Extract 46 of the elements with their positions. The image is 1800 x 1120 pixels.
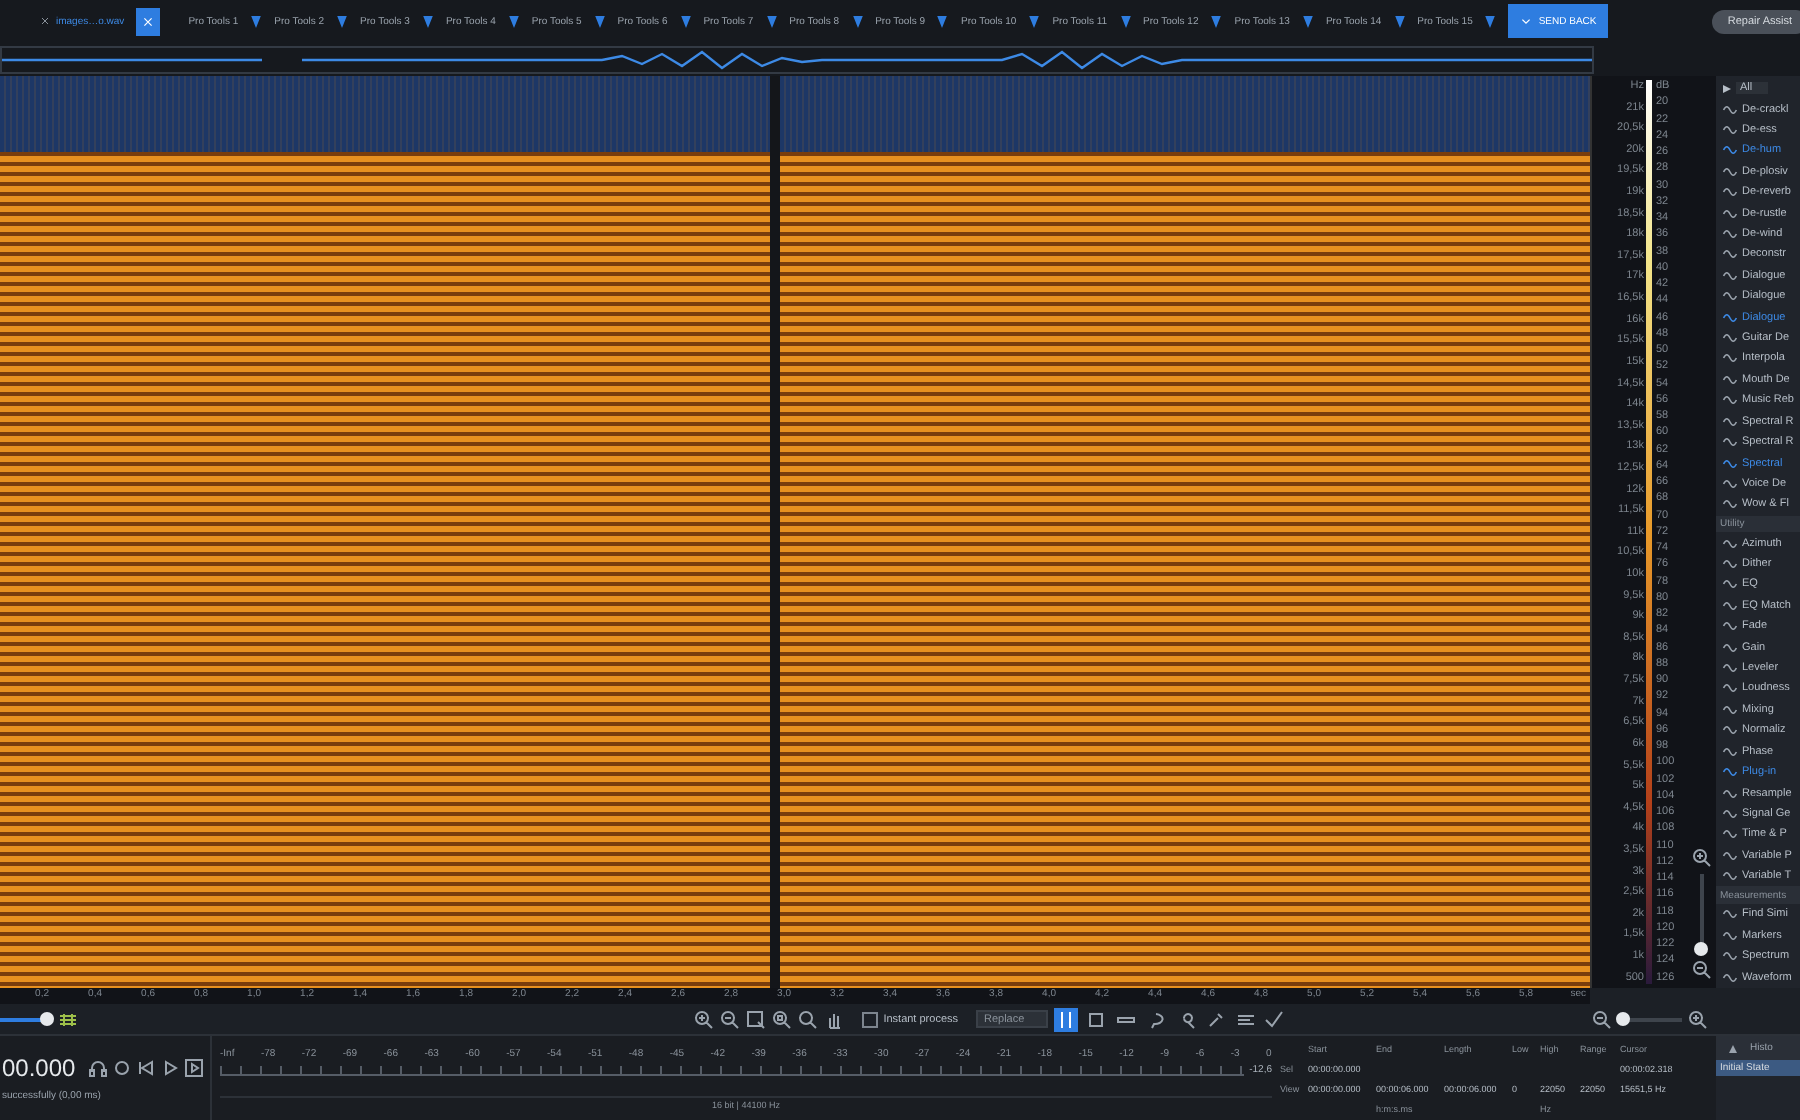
zoom-out-icon[interactable] <box>1592 1009 1612 1029</box>
dropdown-arrow-icon[interactable] <box>1119 13 1132 29</box>
dropdown-arrow-icon[interactable] <box>679 13 692 29</box>
selection-tool[interactable] <box>1204 1007 1228 1031</box>
collapse-icon[interactable] <box>1728 1043 1738 1053</box>
zoom-in-icon[interactable] <box>1691 848 1711 868</box>
dropdown-arrow-icon[interactable] <box>336 13 349 29</box>
tool-icon <box>1056 1009 1076 1029</box>
spectrogram-placeholder[interactable] <box>0 76 1590 988</box>
comb-icon[interactable] <box>58 1009 78 1029</box>
dropdown-arrow-icon[interactable] <box>765 13 778 29</box>
time-display: 00.000 <box>2 1054 76 1082</box>
zoom-in-icon[interactable] <box>693 1009 714 1029</box>
chevron-down-icon <box>1520 15 1533 27</box>
dropdown-arrow-icon[interactable] <box>250 13 263 29</box>
dropdown-arrow-icon[interactable] <box>936 13 949 29</box>
close-icon[interactable] <box>40 16 50 26</box>
zoom-selection-icon[interactable] <box>771 1009 792 1029</box>
dropdown-arrow-icon[interactable] <box>507 13 520 29</box>
tool-icon <box>1206 1009 1226 1029</box>
headphones-icon[interactable] <box>87 1058 108 1078</box>
zoom-out-icon[interactable] <box>1691 960 1711 980</box>
dropdown-arrow-icon[interactable] <box>1301 13 1314 29</box>
waveform-overview[interactable] <box>0 45 1594 73</box>
tool-icon <box>1236 1009 1256 1029</box>
play-icon[interactable] <box>159 1058 180 1078</box>
dropdown-arrow-icon[interactable] <box>1484 13 1497 29</box>
dropdown-arrow-icon[interactable] <box>421 13 434 29</box>
selection-tool[interactable] <box>1084 1007 1108 1031</box>
dropdown-arrow-icon[interactable] <box>1028 13 1041 29</box>
zoom-out-icon[interactable] <box>719 1009 740 1029</box>
skip-back-icon[interactable] <box>135 1058 156 1078</box>
selection-tool[interactable] <box>1054 1007 1078 1031</box>
magnifier-icon[interactable] <box>797 1009 818 1029</box>
play-icon <box>1722 83 1732 94</box>
close-icon <box>142 15 155 27</box>
dropdown-arrow-icon[interactable] <box>851 13 864 29</box>
close-tab-button[interactable] <box>136 7 161 35</box>
zoom-in-icon[interactable] <box>1688 1009 1708 1029</box>
play-selection-icon[interactable] <box>183 1058 204 1078</box>
dropdown-arrow-icon[interactable] <box>593 13 606 29</box>
checkmark-icon[interactable] <box>1264 1009 1284 1029</box>
zoom-fit-icon[interactable] <box>745 1009 766 1029</box>
dropdown-arrow-icon[interactable] <box>1210 13 1223 29</box>
dropdown-arrow-icon[interactable] <box>1393 13 1406 29</box>
record-icon[interactable] <box>111 1058 132 1078</box>
